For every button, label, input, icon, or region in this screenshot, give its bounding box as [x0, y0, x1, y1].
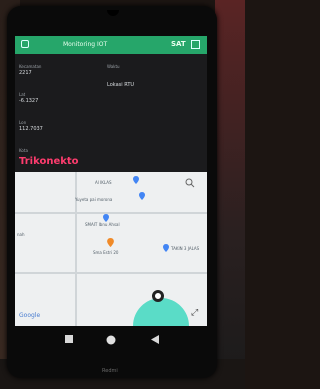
field-label-lon: Lon: [19, 120, 27, 125]
window-icon[interactable]: [191, 40, 200, 49]
map-road: [15, 212, 207, 214]
phone-device: Monitoring IOT SAT Kecamatan 2217 Lat -6…: [7, 6, 217, 378]
home-icon[interactable]: [106, 335, 116, 345]
kota-value: Trikonekto: [19, 156, 79, 167]
map-attribution: Google: [19, 312, 41, 319]
status-label: Waktu: [107, 64, 120, 69]
map-pin-icon[interactable]: [103, 214, 109, 222]
search-icon[interactable]: [185, 178, 195, 188]
map-pin-icon[interactable]: [139, 192, 145, 200]
map-place-label: Al IKLAS: [95, 180, 112, 185]
status-value-text: Lokasi RTU: [107, 82, 135, 88]
map-pin-icon[interactable]: [163, 244, 169, 252]
current-location-marker: [152, 290, 164, 302]
field-label-kecamatan: Kecamatan: [19, 64, 42, 69]
field-value-lon: 112.7037: [19, 126, 43, 132]
background-right: [215, 0, 245, 389]
fullscreen-icon[interactable]: ⤢: [191, 308, 198, 318]
map-view[interactable]: Al IKLAS Yuyeta pai morona SMAIT Ibnu Ah…: [15, 172, 207, 326]
map-place-label: nah: [17, 232, 25, 237]
recents-icon[interactable]: [65, 335, 73, 343]
camera-notch: [107, 10, 119, 16]
menu-icon[interactable]: [21, 40, 29, 48]
map-place-label: TAKIN 3 JALAS: [171, 246, 200, 251]
map-place-label: Yuyeta pai morona: [75, 197, 113, 202]
system-nav-bar: [15, 328, 207, 352]
app-bar: Monitoring IOT SAT: [15, 36, 207, 54]
status-value: SAT: [171, 40, 186, 48]
map-pin-icon[interactable]: [133, 176, 139, 184]
location-accuracy-circle: [133, 298, 189, 326]
field-label-lat: Lat: [19, 92, 26, 97]
app-screen: Monitoring IOT SAT Kecamatan 2217 Lat -6…: [15, 36, 207, 326]
map-place-label: Sma Estri 20: [93, 250, 119, 255]
back-icon[interactable]: [151, 335, 159, 344]
map-road: [15, 272, 207, 274]
map-place-label: SMAIT Ibnu Ahsal: [85, 222, 120, 227]
app-title: Monitoring IOT: [63, 41, 108, 48]
map-pin-icon[interactable]: [107, 238, 114, 247]
brand-logo: Redmi: [102, 368, 118, 374]
map-road: [75, 172, 77, 326]
kota-label: Kota: [19, 148, 28, 153]
field-value-kecamatan: 2217: [19, 70, 32, 76]
field-value-lat: -6.1327: [19, 98, 39, 104]
